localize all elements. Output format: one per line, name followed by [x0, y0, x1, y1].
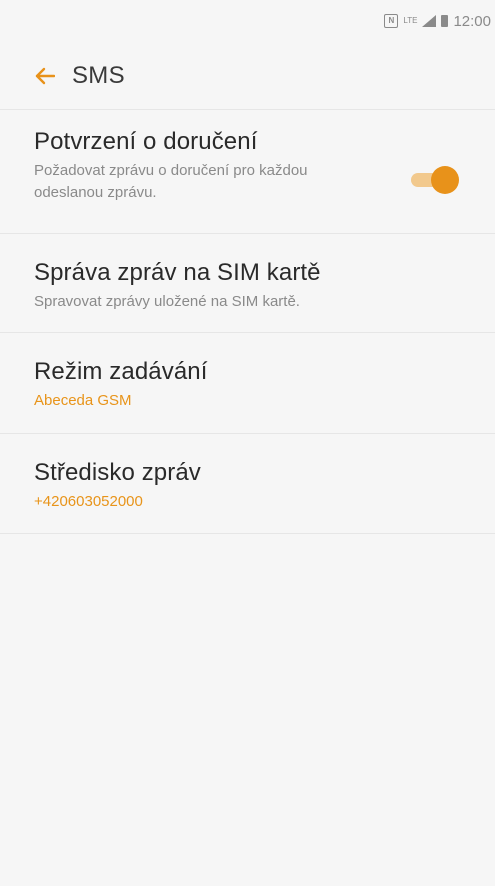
- nfc-icon: N: [384, 14, 399, 28]
- toggle-thumb: [431, 166, 459, 194]
- lte-icon: LTE: [403, 16, 418, 25]
- app-bar: SMS: [0, 42, 495, 110]
- setting-subtitle: Požadovat zprávu o doručení pro každou o…: [34, 162, 308, 201]
- battery-icon: [441, 15, 449, 27]
- status-time: 12:00: [453, 12, 491, 30]
- setting-sim-messages[interactable]: Správa zpráv na SIM kartě Spravovat zprá…: [0, 234, 495, 333]
- setting-value: +420603052000: [34, 493, 143, 510]
- setting-delivery-report[interactable]: Potvrzení o doručení Požadovat zprávu o …: [0, 110, 495, 234]
- setting-message-center[interactable]: Středisko zpráv +420603052000: [0, 434, 495, 534]
- signal-icon: [422, 15, 437, 27]
- setting-title: Středisko zpráv: [34, 459, 201, 486]
- setting-value: Abeceda GSM: [34, 392, 132, 409]
- setting-title: Potvrzení o doručení: [34, 128, 258, 155]
- setting-subtitle: Spravovat zprávy uložené na SIM kartě.: [34, 293, 300, 310]
- status-bar: N LTE 12:00: [0, 0, 495, 42]
- delivery-report-toggle[interactable]: [411, 166, 459, 194]
- settings-list: Potvrzení o doručení Požadovat zprávu o …: [0, 110, 495, 534]
- status-icons: N LTE 12:00: [384, 13, 491, 30]
- setting-title: Správa zpráv na SIM kartě: [34, 259, 321, 286]
- setting-input-mode[interactable]: Režim zadávání Abeceda GSM: [0, 333, 495, 434]
- setting-title: Režim zadávání: [34, 358, 208, 385]
- page-title: SMS: [72, 61, 125, 89]
- back-arrow-icon[interactable]: [34, 65, 56, 87]
